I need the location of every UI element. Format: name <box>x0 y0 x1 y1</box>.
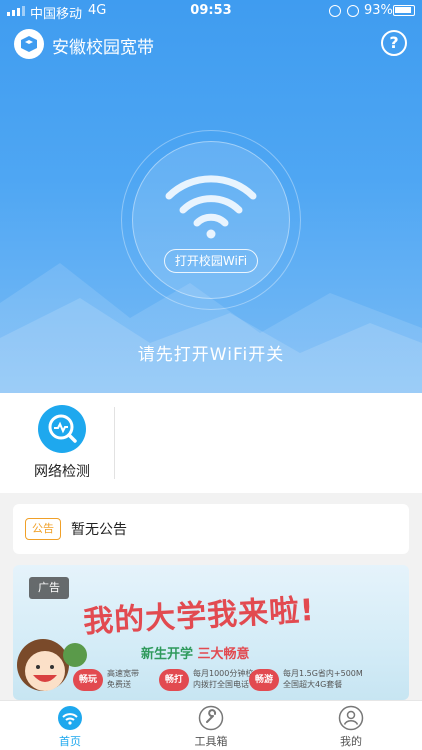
ad-subtitle-highlight: 三大畅意 <box>197 647 250 662</box>
ad-item-text: 每月1000分钟校 内拨打全国电话 <box>193 668 253 690</box>
open-campus-wifi-button[interactable]: 打开校园WiFi <box>164 249 258 273</box>
ad-item-line1: 高速宽带 <box>107 669 139 678</box>
tab-label: 我的 <box>340 735 362 748</box>
ad-item: 畅游 每月1.5G省内+500M 全国超大4G套餐 <box>249 665 369 695</box>
tool-label: 网络检测 <box>34 464 90 480</box>
tab-label: 首页 <box>59 735 81 748</box>
ad-item: 畅玩 高速宽带 免费送 <box>73 665 173 695</box>
user-icon <box>338 705 364 731</box>
battery-percent: 93% <box>364 3 393 18</box>
question-circle-icon[interactable]: ? <box>381 30 407 56</box>
wrench-icon <box>198 705 224 731</box>
hero-panel: 中国移动 4G 09:53 93% 安徽校园宽带 ? 打开校园WiFi 请先打开… <box>0 0 422 393</box>
divider <box>114 407 115 479</box>
ad-item-text: 每月1.5G省内+500M 全国超大4G套餐 <box>283 668 363 690</box>
app-title: 安徽校园宽带 <box>52 38 154 58</box>
wifi-icon <box>165 175 257 239</box>
alarm-icon <box>347 5 359 17</box>
notice-text: 暂无公告 <box>71 522 127 538</box>
notice-tag: 公告 <box>25 518 61 540</box>
ad-subtitle-prefix: 新生开学 <box>141 647 198 662</box>
ad-item: 畅打 每月1000分钟校 内拨打全国电话 <box>159 665 259 695</box>
status-bar: 中国移动 4G 09:53 93% <box>0 0 422 22</box>
ad-item-line1: 每月1.5G省内+500M <box>283 669 363 678</box>
network-check-tool[interactable]: 网络检测 <box>20 405 104 485</box>
tab-mine[interactable]: 我的 <box>301 705 401 749</box>
ad-tag: 广告 <box>29 577 69 599</box>
bottom-tab-bar: 首页 工具箱 我的 <box>0 700 422 750</box>
rotation-lock-icon <box>329 5 341 17</box>
tab-toolbox[interactable]: 工具箱 <box>161 705 261 749</box>
ad-item-text: 高速宽带 免费送 <box>107 668 139 690</box>
ad-item-line2: 全国超大4G套餐 <box>283 680 343 689</box>
wifi-home-icon <box>58 706 82 730</box>
notice-bar[interactable]: 公告 暂无公告 <box>13 504 409 554</box>
ad-banner[interactable]: 广告 我的大学我来啦! 新生开学 三大畅意 畅玩 高速宽带 免费送 畅打 每月1… <box>13 565 409 700</box>
ad-item-line2: 内拨打全国电话 <box>193 680 249 689</box>
ad-subtitle: 新生开学 三大畅意 <box>141 643 250 662</box>
network-check-icon <box>38 405 86 453</box>
ad-item-line2: 免费送 <box>107 680 131 689</box>
ad-item-line1: 每月1000分钟校 <box>193 669 254 678</box>
wifi-hint-text: 请先打开WiFi开关 <box>137 345 285 365</box>
battery-icon <box>393 5 415 16</box>
tab-home[interactable]: 首页 <box>20 705 120 749</box>
tools-panel: 网络检测 <box>0 393 422 493</box>
ad-title: 我的大学我来啦! <box>82 592 316 641</box>
app-logo-icon <box>14 29 44 59</box>
app-bar: 安徽校园宽带 ? <box>0 28 422 60</box>
ad-item-pill: 畅游 <box>249 669 279 691</box>
tab-label: 工具箱 <box>194 735 228 748</box>
ad-item-pill: 畅玩 <box>73 669 103 691</box>
ad-item-pill: 畅打 <box>159 669 189 691</box>
